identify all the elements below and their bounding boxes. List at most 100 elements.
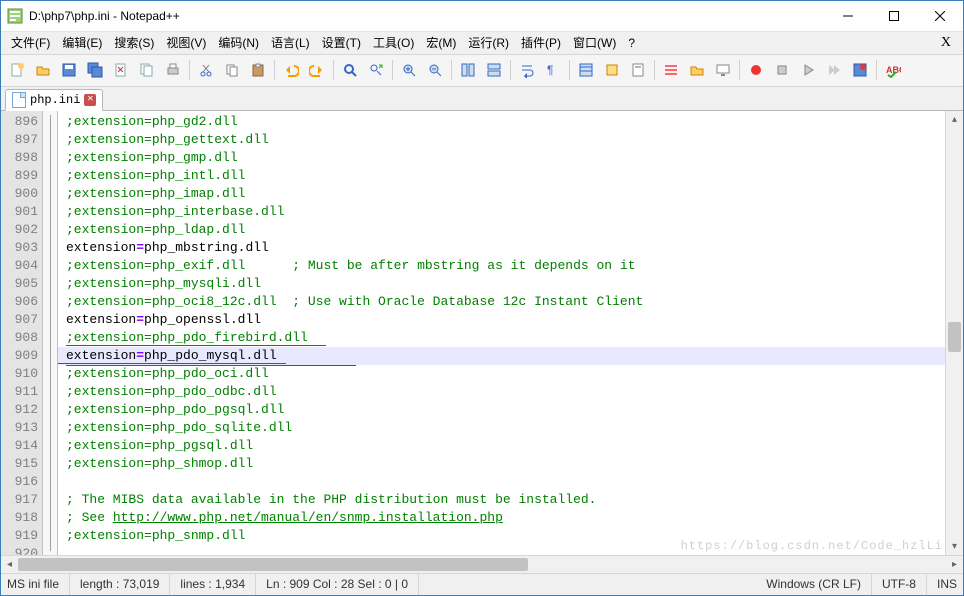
lang-icon[interactable] xyxy=(600,58,624,82)
status-enc[interactable]: UTF-8 xyxy=(872,574,927,596)
monitor-icon[interactable] xyxy=(711,58,735,82)
record-macro-icon[interactable] xyxy=(744,58,768,82)
code-line[interactable]: ; See http://www.php.net/manual/en/snmp.… xyxy=(66,509,945,527)
code-line[interactable]: extension=php_openssl.dll xyxy=(66,311,945,329)
menu-close-x[interactable]: X xyxy=(933,35,959,51)
sync-v-icon[interactable] xyxy=(456,58,480,82)
open-file-icon[interactable] xyxy=(31,58,55,82)
app-icon xyxy=(7,8,23,24)
zoom-in-icon[interactable] xyxy=(397,58,421,82)
zoom-out-icon[interactable] xyxy=(423,58,447,82)
code-line[interactable]: ;extension=php_pdo_pgsql.dll xyxy=(66,401,945,419)
redo-icon[interactable] xyxy=(305,58,329,82)
code-line[interactable] xyxy=(66,473,945,491)
menu-settings[interactable]: 设置(T) xyxy=(316,32,367,53)
status-mode[interactable]: INS xyxy=(927,574,957,596)
menu-tools[interactable]: 工具(O) xyxy=(367,32,420,53)
close-file-icon[interactable] xyxy=(109,58,133,82)
print-icon[interactable] xyxy=(161,58,185,82)
scroll-down-icon[interactable]: ▾ xyxy=(946,538,963,555)
folder-icon[interactable] xyxy=(685,58,709,82)
file-tab-close-icon[interactable]: ✕ xyxy=(84,94,96,106)
replace-icon[interactable] xyxy=(364,58,388,82)
code-line[interactable]: ;extension=php_oci8_12c.dll ; Use with O… xyxy=(66,293,945,311)
wordwrap-icon[interactable] xyxy=(515,58,539,82)
menu-edit[interactable]: 编辑(E) xyxy=(56,32,108,53)
menu-encoding[interactable]: 编码(N) xyxy=(212,32,265,53)
code-line[interactable]: ;extension=php_pdo_sqlite.dll xyxy=(66,419,945,437)
undo-icon[interactable] xyxy=(279,58,303,82)
code-area[interactable]: ;extension=php_gd2.dll;extension=php_get… xyxy=(58,111,945,555)
new-file-icon[interactable] xyxy=(5,58,29,82)
menu-file[interactable]: 文件(F) xyxy=(5,32,56,53)
vertical-scrollbar[interactable]: ▴ ▾ xyxy=(945,111,963,555)
status-lines: lines : 1,934 xyxy=(170,574,256,596)
vscroll-track[interactable] xyxy=(946,128,963,538)
menu-window[interactable]: 窗口(W) xyxy=(567,32,622,53)
code-line[interactable]: ;extension=php_interbase.dll xyxy=(66,203,945,221)
code-line[interactable]: ;extension=php_pdo_firebird.dll xyxy=(66,329,945,347)
menu-macro[interactable]: 宏(M) xyxy=(420,32,462,53)
code-line[interactable]: ;extension=php_pdo_odbc.dll xyxy=(66,383,945,401)
hscroll-thumb[interactable] xyxy=(18,558,528,571)
menu-plugins[interactable]: 插件(P) xyxy=(515,32,567,53)
code-line[interactable]: ;extension=php_imap.dll xyxy=(66,185,945,203)
horizontal-scrollbar[interactable]: ◂ ▸ xyxy=(1,555,963,573)
line-number: 920 xyxy=(1,545,38,555)
sync-h-icon[interactable] xyxy=(482,58,506,82)
play-multi-icon[interactable] xyxy=(822,58,846,82)
code-line[interactable]: ;extension=php_ldap.dll xyxy=(66,221,945,239)
vscroll-thumb[interactable] xyxy=(948,322,961,352)
save-macro-icon[interactable] xyxy=(848,58,872,82)
code-line[interactable]: ;extension=php_shmop.dll xyxy=(66,455,945,473)
code-line[interactable]: ;extension=php_gettext.dll xyxy=(66,131,945,149)
code-line[interactable]: ;extension=php_gmp.dll xyxy=(66,149,945,167)
stop-macro-icon[interactable] xyxy=(770,58,794,82)
spellcheck-icon[interactable]: ABC xyxy=(881,58,905,82)
code-line[interactable]: ;extension=php_pdo_oci.dll xyxy=(66,365,945,383)
menu-view[interactable]: 视图(V) xyxy=(160,32,212,53)
line-number-gutter: 8968978988999009019029039049059069079089… xyxy=(1,111,43,555)
scroll-up-icon[interactable]: ▴ xyxy=(946,111,963,128)
show-all-chars-icon[interactable]: ¶ xyxy=(541,58,565,82)
close-all-icon[interactable] xyxy=(135,58,159,82)
line-number: 916 xyxy=(1,473,38,491)
cut-icon[interactable] xyxy=(194,58,218,82)
code-line[interactable]: ;extension=php_pgsql.dll xyxy=(66,437,945,455)
minimize-button[interactable] xyxy=(825,1,871,31)
code-line[interactable] xyxy=(66,545,945,555)
menu-language[interactable]: 语言(L) xyxy=(265,32,316,53)
paste-icon[interactable] xyxy=(246,58,270,82)
indent-guide-icon[interactable] xyxy=(574,58,598,82)
code-line[interactable]: extension=php_mbstring.dll xyxy=(66,239,945,257)
code-line[interactable]: ; The MIBS data available in the PHP dis… xyxy=(66,491,945,509)
code-line[interactable]: extension=php_pdo_mysql.dll xyxy=(58,347,945,365)
code-line[interactable]: ;extension=php_gd2.dll xyxy=(66,113,945,131)
scroll-right-icon[interactable]: ▸ xyxy=(946,556,963,573)
code-line[interactable]: ;extension=php_snmp.dll xyxy=(66,527,945,545)
func-list-icon[interactable] xyxy=(659,58,683,82)
file-tab[interactable]: php.ini ✕ xyxy=(5,89,103,111)
close-button[interactable] xyxy=(917,1,963,31)
status-length: length : 73,019 xyxy=(70,574,170,596)
hscroll-track[interactable] xyxy=(18,556,946,573)
menu-search[interactable]: 搜索(S) xyxy=(108,32,160,53)
fold-strip[interactable] xyxy=(43,111,58,555)
copy-icon[interactable] xyxy=(220,58,244,82)
find-icon[interactable] xyxy=(338,58,362,82)
menu-help[interactable]: ? xyxy=(622,34,641,52)
status-bar: MS ini file length : 73,019 lines : 1,93… xyxy=(1,573,963,596)
status-eol[interactable]: Windows (CR LF) xyxy=(756,574,872,596)
line-number: 915 xyxy=(1,455,38,473)
play-macro-icon[interactable] xyxy=(796,58,820,82)
code-line[interactable]: ;extension=php_exif.dll ; Must be after … xyxy=(66,257,945,275)
doc-map-icon[interactable] xyxy=(626,58,650,82)
save-icon[interactable] xyxy=(57,58,81,82)
maximize-button[interactable] xyxy=(871,1,917,31)
menu-run[interactable]: 运行(R) xyxy=(462,32,515,53)
scroll-left-icon[interactable]: ◂ xyxy=(1,556,18,573)
save-all-icon[interactable] xyxy=(83,58,107,82)
code-line[interactable]: ;extension=php_intl.dll xyxy=(66,167,945,185)
svg-text:¶: ¶ xyxy=(547,63,553,77)
code-line[interactable]: ;extension=php_mysqli.dll xyxy=(66,275,945,293)
